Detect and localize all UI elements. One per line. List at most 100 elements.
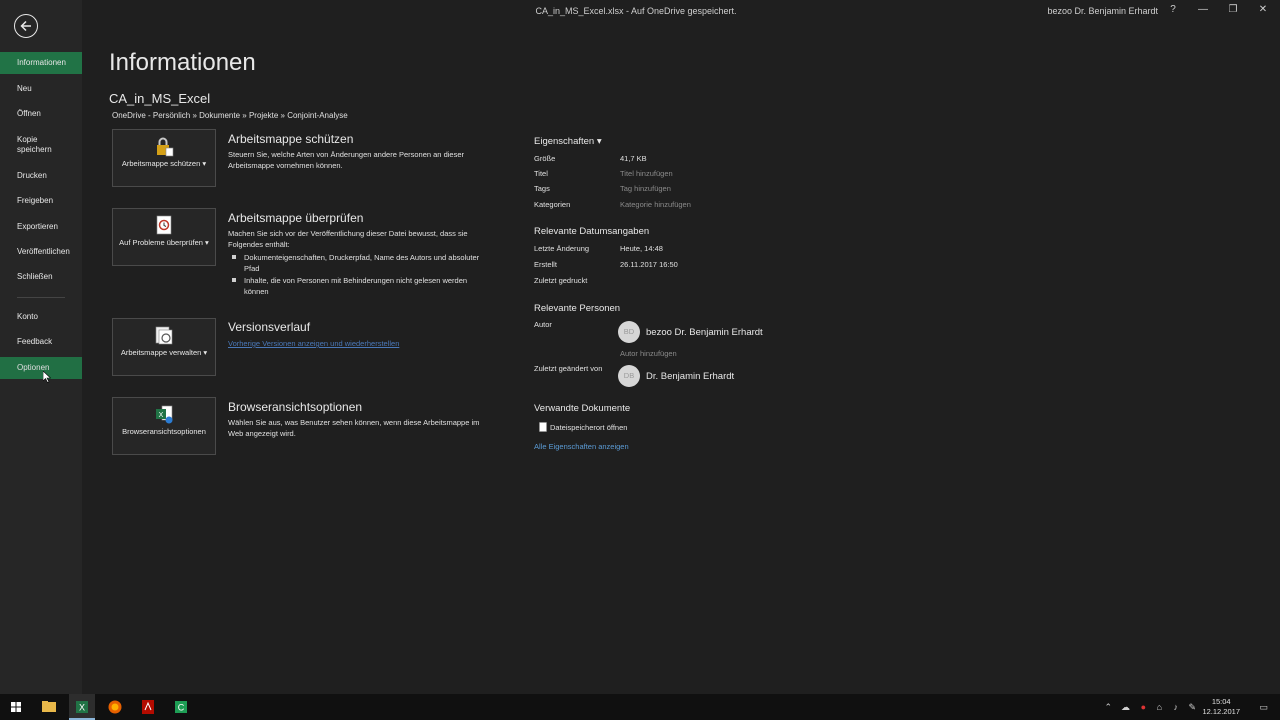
start-button[interactable] — [3, 694, 29, 720]
taskbar-acrobat[interactable] — [135, 694, 161, 720]
modifier-avatar[interactable]: DB — [618, 365, 640, 387]
categories-input[interactable]: Kategorie hinzufügen — [620, 200, 691, 209]
last-modified-value: Heute, 14:48 — [620, 244, 663, 253]
tray-chevron-icon[interactable]: ⌃ — [1104, 702, 1112, 713]
taskbar-camtasia[interactable]: C — [168, 694, 194, 720]
dates-header: Relevante Datumsangaben — [534, 226, 650, 237]
browser-view-options-label: Browseransichtsoptionen — [122, 427, 206, 436]
notifications-icon[interactable]: ▭ — [1259, 702, 1268, 713]
taskbar-excel[interactable]: X — [69, 694, 95, 720]
last-modified-label: Letzte Änderung — [534, 244, 590, 253]
nav-divider — [17, 297, 65, 298]
manage-workbook-button[interactable]: Arbeitsmappe verwalten ▾ — [112, 318, 216, 376]
clock-date: 12.12.2017 — [1202, 707, 1240, 716]
svg-text:X: X — [159, 412, 164, 419]
protect-workbook-label: Arbeitsmappe schützen ▾ — [121, 159, 207, 168]
svg-text:X: X — [79, 703, 85, 713]
svg-text:C: C — [178, 703, 185, 713]
nav-optionen[interactable]: Optionen — [0, 357, 82, 379]
nav-freigeben[interactable]: Freigeben — [0, 196, 82, 206]
manage-workbook-label: Arbeitsmappe verwalten ▾ — [120, 348, 208, 357]
tags-input[interactable]: Tag hinzufügen — [620, 184, 671, 193]
related-docs-header: Verwandte Dokumente — [534, 403, 631, 414]
windows-logo-icon — [11, 702, 21, 712]
firefox-icon — [108, 700, 122, 714]
minimize-button[interactable]: — — [1196, 4, 1210, 15]
inspect-section-title: Arbeitsmappe überprüfen — [228, 211, 364, 225]
network-icon[interactable]: ⌂ — [1157, 702, 1162, 712]
nav-exportieren[interactable]: Exportieren — [0, 222, 82, 232]
add-author-input[interactable]: Autor hinzufügen — [620, 349, 677, 358]
info-panel: Informationen CA_in_MS_Excel OneDrive - … — [82, 22, 1280, 694]
modifier-name[interactable]: Dr. Benjamin Erhardt — [646, 371, 734, 382]
versions-section-title: Versionsverlauf — [228, 320, 311, 334]
last-printed-label: Zuletzt gedruckt — [534, 276, 588, 285]
camtasia-icon: C — [175, 701, 187, 713]
manage-versions-icon — [155, 326, 173, 345]
file-icon — [539, 422, 547, 432]
author-avatar[interactable]: BD — [618, 321, 640, 343]
categories-label: Kategorien — [534, 200, 571, 209]
show-all-properties-link[interactable]: Alle Eigenschaften anzeigen — [534, 442, 629, 451]
tags-label: Tags — [534, 184, 550, 193]
browser-view-section-title: Browseransichtsoptionen — [228, 400, 363, 414]
created-label: Erstellt — [534, 260, 557, 269]
nav-drucken[interactable]: Drucken — [0, 171, 82, 181]
lock-icon — [157, 137, 174, 157]
volume-icon[interactable]: ♪ — [1174, 702, 1179, 712]
nav-informationen[interactable]: Informationen — [0, 52, 82, 74]
author-label: Autor — [534, 320, 552, 329]
nav-konto[interactable]: Konto — [0, 312, 82, 322]
created-value: 26.11.2017 16:50 — [620, 260, 678, 269]
previous-versions-link[interactable]: Vorherige Versionen anzeigen und wiederh… — [228, 339, 399, 348]
inspect-bullet-properties: Dokumenteigenschaften, Druckerpfad, Name… — [230, 253, 490, 274]
check-issues-button[interactable]: Auf Probleme überprüfen ▾ — [112, 208, 216, 266]
nav-feedback[interactable]: Feedback — [0, 337, 82, 347]
title-bar: CA_in_MS_Excel.xlsx - Auf OneDrive gespe… — [0, 0, 1280, 22]
open-file-location-link[interactable]: Dateispeicherort öffnen — [550, 423, 627, 432]
signed-in-user[interactable]: bezoo Dr. Benjamin Erhardt — [1047, 6, 1158, 16]
inspect-document-icon — [156, 215, 172, 235]
file-name: CA_in_MS_Excel — [109, 91, 211, 106]
backstage-sidebar: Informationen Neu Öffnen Kopie speichern… — [0, 0, 82, 694]
size-value: 41,7 KB — [620, 154, 647, 163]
protect-section-title: Arbeitsmappe schützen — [228, 132, 354, 146]
close-button[interactable]: ✕ — [1256, 4, 1270, 15]
protect-section-desc: Steuern Sie, welche Arten von Änderungen… — [228, 150, 464, 170]
page-title: Informationen — [109, 49, 256, 76]
excel-backstage-window: Informationen Neu Öffnen Kopie speichern… — [0, 0, 1280, 720]
taskbar-file-explorer[interactable] — [36, 694, 62, 720]
clock-time: 15:04 — [1211, 697, 1231, 706]
excel-browser-icon: X — [156, 405, 173, 424]
browser-view-options-button[interactable]: X Browseransichtsoptionen — [112, 397, 216, 455]
help-button[interactable]: ? — [1166, 4, 1180, 15]
nav-neu[interactable]: Neu — [0, 84, 82, 94]
mouse-cursor-icon — [43, 371, 51, 383]
acrobat-icon — [142, 700, 154, 714]
properties-dropdown[interactable]: Eigenschaften ▾ — [534, 136, 602, 147]
inspect-section-desc: Machen Sie sich vor der Veröffentlichung… — [228, 229, 468, 249]
taskbar-clock[interactable]: 15:04 12.12.2017 — [1202, 697, 1240, 717]
last-modified-by-label: Zuletzt geändert von — [534, 364, 603, 373]
folder-icon — [42, 701, 56, 712]
nav-oeffnen[interactable]: Öffnen — [0, 109, 82, 119]
onedrive-icon[interactable]: ☁ — [1121, 702, 1130, 713]
file-path-breadcrumb[interactable]: OneDrive - Persönlich » Dokumente » Proj… — [112, 111, 348, 120]
protect-workbook-button[interactable]: Arbeitsmappe schützen ▾ — [112, 129, 216, 187]
antivirus-icon[interactable]: ● — [1141, 702, 1146, 712]
people-header: Relevante Personen — [534, 303, 621, 314]
restore-button[interactable]: ❐ — [1226, 4, 1240, 15]
title-input[interactable]: Titel hinzufügen — [620, 169, 673, 178]
check-issues-label: Auf Probleme überprüfen ▾ — [119, 238, 209, 247]
windows-taskbar: X C ⌃ ☁ ● ⌂ ♪ ✎ 15:04 12.12.2017 ▭ — [0, 694, 1280, 720]
author-name[interactable]: bezoo Dr. Benjamin Erhardt — [646, 327, 763, 338]
browser-view-section-desc: Wählen Sie aus, was Benutzer sehen könne… — [228, 418, 480, 438]
taskbar-firefox[interactable] — [102, 694, 128, 720]
size-label: Größe — [534, 154, 556, 163]
nav-kopie-speichern[interactable]: Kopie speichern — [0, 135, 70, 155]
nav-schliessen[interactable]: Schließen — [0, 272, 82, 282]
excel-icon: X — [76, 701, 88, 713]
nav-veroeffentlichen[interactable]: Veröffentlichen — [0, 247, 82, 257]
inspect-bullet-accessibility: Inhalte, die von Personen mit Behinderun… — [230, 276, 490, 297]
pen-icon[interactable]: ✎ — [1188, 702, 1196, 713]
